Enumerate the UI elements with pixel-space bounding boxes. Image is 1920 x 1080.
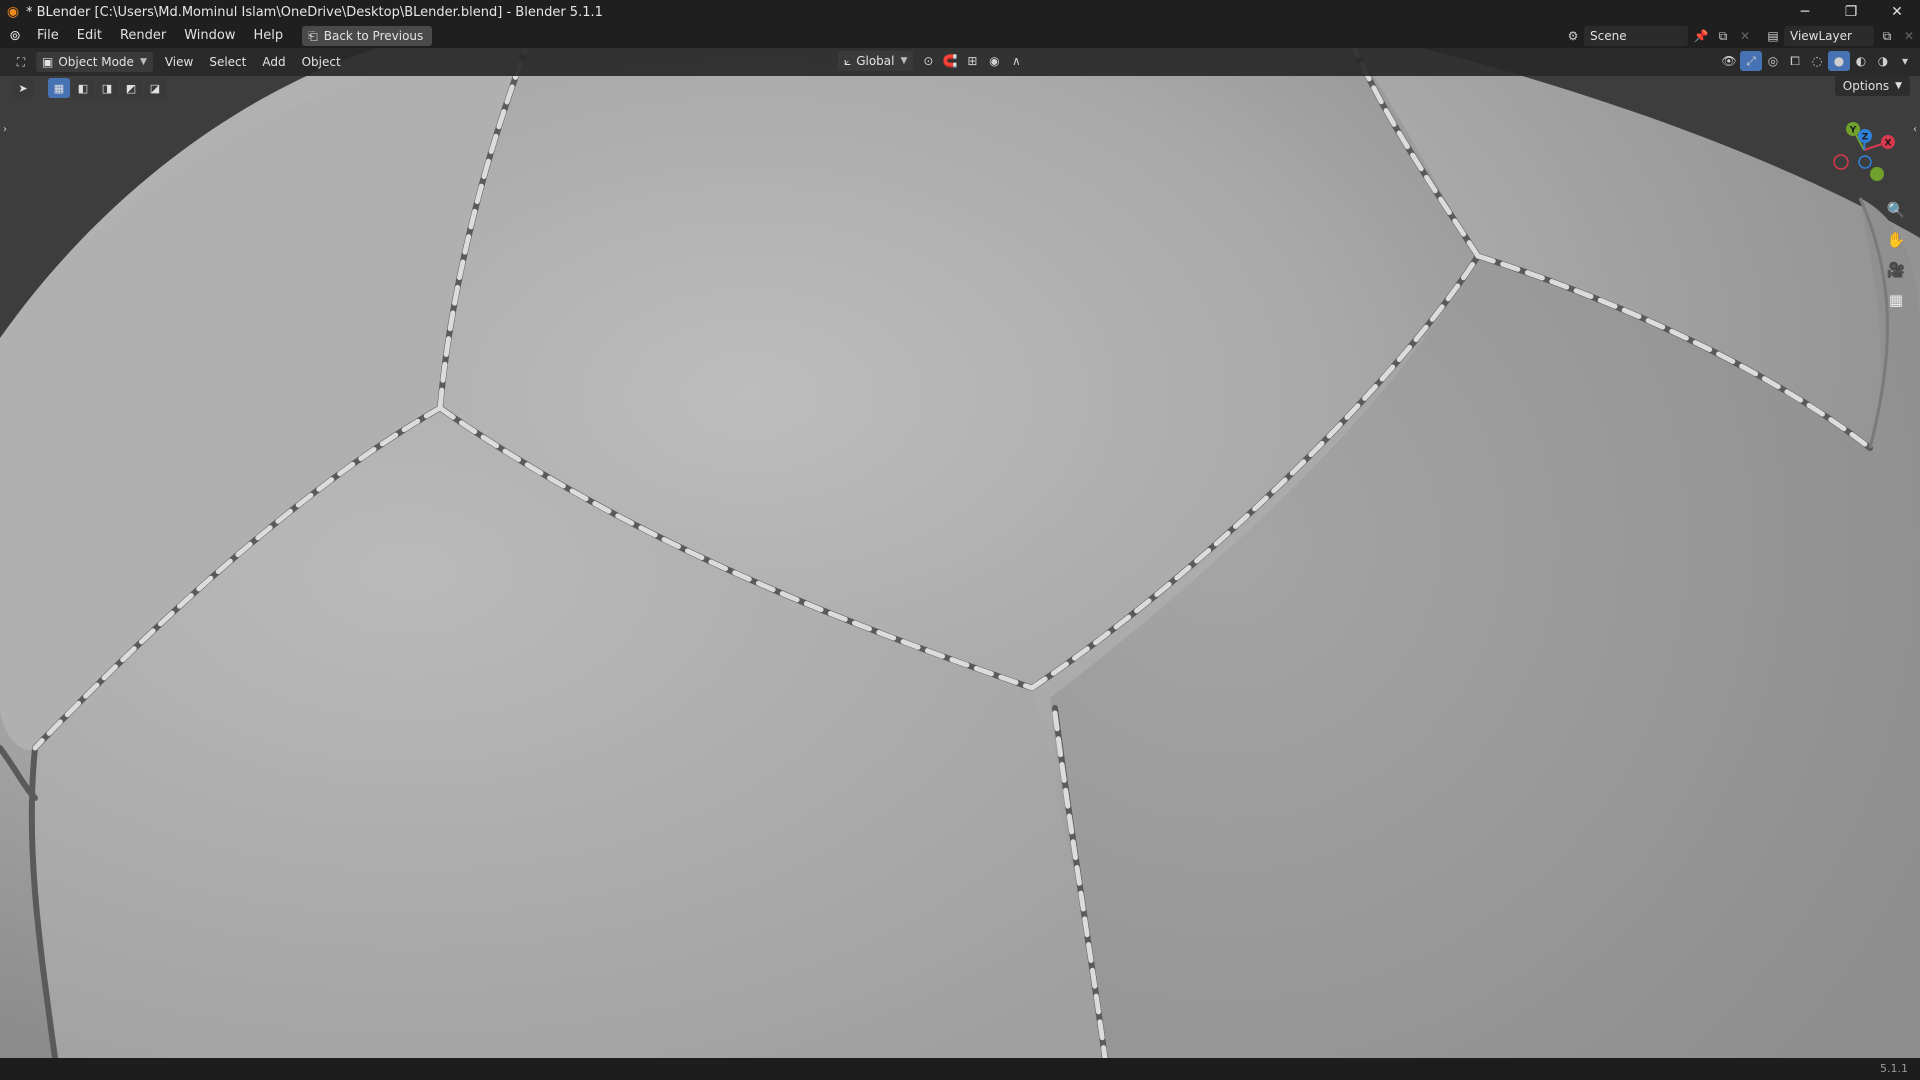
- select-extend-icon[interactable]: ◧: [72, 78, 94, 98]
- zoom-icon[interactable]: 🔍: [1882, 196, 1910, 224]
- back-to-previous-button[interactable]: ⎗ Back to Previous: [302, 26, 433, 46]
- proportional-edit-icon[interactable]: ◉: [983, 51, 1005, 71]
- scene-viewlayer-group: ⚙ Scene 📌 ⧉ ✕ ▤ ViewLayer ⧉ ✕: [1562, 24, 1920, 48]
- gizmo-toggle-icon[interactable]: ⤢: [1740, 51, 1762, 71]
- select-subtract-icon[interactable]: ◨: [96, 78, 118, 98]
- 3d-viewport[interactable]: [0, 48, 1920, 1058]
- tool-settings-row: ➤ ▦ ◧ ◨ ◩ ◪: [12, 78, 168, 98]
- soccer-ball-render: [0, 48, 1920, 1058]
- snap-target-icon[interactable]: ⊞: [961, 51, 983, 71]
- object-mode-icon: ▣: [42, 55, 54, 69]
- neg-x-axis-icon[interactable]: [1833, 154, 1849, 170]
- menu-object[interactable]: Object: [294, 55, 349, 69]
- chevron-down-icon: ▼: [139, 57, 147, 67]
- solid-shading-icon[interactable]: ●: [1828, 51, 1850, 71]
- material-shading-icon[interactable]: ◐: [1850, 51, 1872, 71]
- editor-type-icon[interactable]: ⛶: [10, 52, 32, 72]
- x-axis-label: X: [1885, 139, 1892, 149]
- shading-options-icon[interactable]: ▾: [1894, 51, 1916, 71]
- pan-hand-icon[interactable]: ✋: [1882, 226, 1910, 254]
- transform-tools: ⟀ Global ▼ ⊙ 🧲 ⊞ ◉ ∧: [834, 51, 1027, 71]
- transform-orientation-label: Global: [856, 54, 895, 68]
- toolbar-expand-icon[interactable]: ›: [3, 124, 7, 135]
- window-controls: ─ ❐ ✕: [1782, 0, 1920, 24]
- close-button[interactable]: ✕: [1874, 0, 1920, 24]
- viewlayer-selector-icon[interactable]: ▤: [1762, 26, 1784, 46]
- maximize-button[interactable]: ❐: [1828, 0, 1874, 24]
- pin-scene-icon[interactable]: 📌: [1690, 26, 1712, 46]
- sidebar-expand-icon[interactable]: ‹: [1913, 124, 1917, 135]
- blender-app-icon: ◉: [6, 4, 20, 20]
- object-mode-dropdown[interactable]: ▣ Object Mode ▼: [36, 52, 153, 72]
- camera-view-icon[interactable]: 🎥: [1882, 256, 1910, 284]
- version-label: 5.1.1: [1880, 1062, 1908, 1075]
- menu-render[interactable]: Render: [111, 24, 175, 48]
- select-invert-icon[interactable]: ◩: [120, 78, 142, 98]
- options-label: Options: [1842, 79, 1890, 93]
- menu-file[interactable]: File: [28, 24, 68, 48]
- xray-toggle-icon[interactable]: ⧠: [1784, 51, 1806, 71]
- delete-scene-icon[interactable]: ✕: [1734, 26, 1756, 46]
- perspective-grid-icon[interactable]: ▦: [1882, 286, 1910, 314]
- menu-help[interactable]: Help: [245, 24, 293, 48]
- rendered-shading-icon[interactable]: ◑: [1872, 51, 1894, 71]
- back-icon: ⎗: [308, 28, 318, 43]
- viewport-header: ⛶ ▣ Object Mode ▼ View Select Add Object…: [0, 48, 1920, 76]
- object-mode-label: Object Mode: [58, 55, 134, 69]
- viewlayer-name: ViewLayer: [1790, 29, 1852, 43]
- new-viewlayer-icon[interactable]: ⧉: [1876, 26, 1898, 46]
- chevron-down-icon: ▼: [1895, 81, 1902, 91]
- back-to-previous-label: Back to Previous: [323, 29, 424, 43]
- new-scene-icon[interactable]: ⧉: [1712, 26, 1734, 46]
- wireframe-shading-icon[interactable]: ◌: [1806, 51, 1828, 71]
- neg-z-axis-icon[interactable]: [1858, 155, 1872, 169]
- select-tool-icon[interactable]: ➤: [12, 78, 34, 98]
- scene-selector-icon[interactable]: ⚙: [1562, 26, 1584, 46]
- blender-logo-icon[interactable]: ⊚: [2, 24, 28, 48]
- scene-field[interactable]: Scene: [1584, 26, 1688, 46]
- orientation-icon: ⟀: [844, 53, 852, 68]
- neg-y-axis-icon[interactable]: [1870, 167, 1884, 181]
- viewlayer-field[interactable]: ViewLayer: [1784, 26, 1874, 46]
- window-title: * BLender [C:\Users\Md.Mominul Islam\One…: [26, 4, 603, 20]
- scene-name: Scene: [1590, 29, 1627, 43]
- z-axis-label: Z: [1862, 133, 1869, 143]
- top-menu-bar: ⊚ File Edit Render Window Help ⎗ Back to…: [0, 24, 1920, 48]
- proportional-falloff-icon[interactable]: ∧: [1005, 51, 1027, 71]
- y-axis-label: Y: [1849, 126, 1857, 136]
- title-bar: ◉ * BLender [C:\Users\Md.Mominul Islam\O…: [0, 0, 1920, 24]
- transform-orientation-dropdown[interactable]: ⟀ Global ▼: [838, 51, 914, 71]
- visibility-icon[interactable]: 👁: [1718, 51, 1740, 71]
- delete-viewlayer-icon[interactable]: ✕: [1898, 26, 1920, 46]
- pivot-point-icon[interactable]: ⊙: [917, 51, 939, 71]
- menu-add[interactable]: Add: [254, 55, 293, 69]
- overlay-toggle-icon[interactable]: ◎: [1762, 51, 1784, 71]
- chevron-down-icon: ▼: [900, 56, 908, 66]
- select-new-icon[interactable]: ▦: [48, 78, 70, 98]
- viewport-display-tools: 👁 ⤢ ◎ ⧠ ◌ ● ◐ ◑ ▾: [1718, 51, 1916, 71]
- menu-edit[interactable]: Edit: [68, 24, 111, 48]
- minimize-button[interactable]: ─: [1782, 0, 1828, 24]
- snap-toggle-icon[interactable]: 🧲: [939, 51, 961, 71]
- navigation-gizmo[interactable]: X Y Z: [1826, 112, 1902, 188]
- select-intersect-icon[interactable]: ◪: [144, 78, 166, 98]
- menu-view[interactable]: View: [157, 55, 201, 69]
- menu-select[interactable]: Select: [201, 55, 254, 69]
- options-dropdown[interactable]: Options ▼: [1834, 76, 1910, 96]
- menu-window[interactable]: Window: [175, 24, 244, 48]
- status-bar: 5.1.1: [0, 1058, 1920, 1080]
